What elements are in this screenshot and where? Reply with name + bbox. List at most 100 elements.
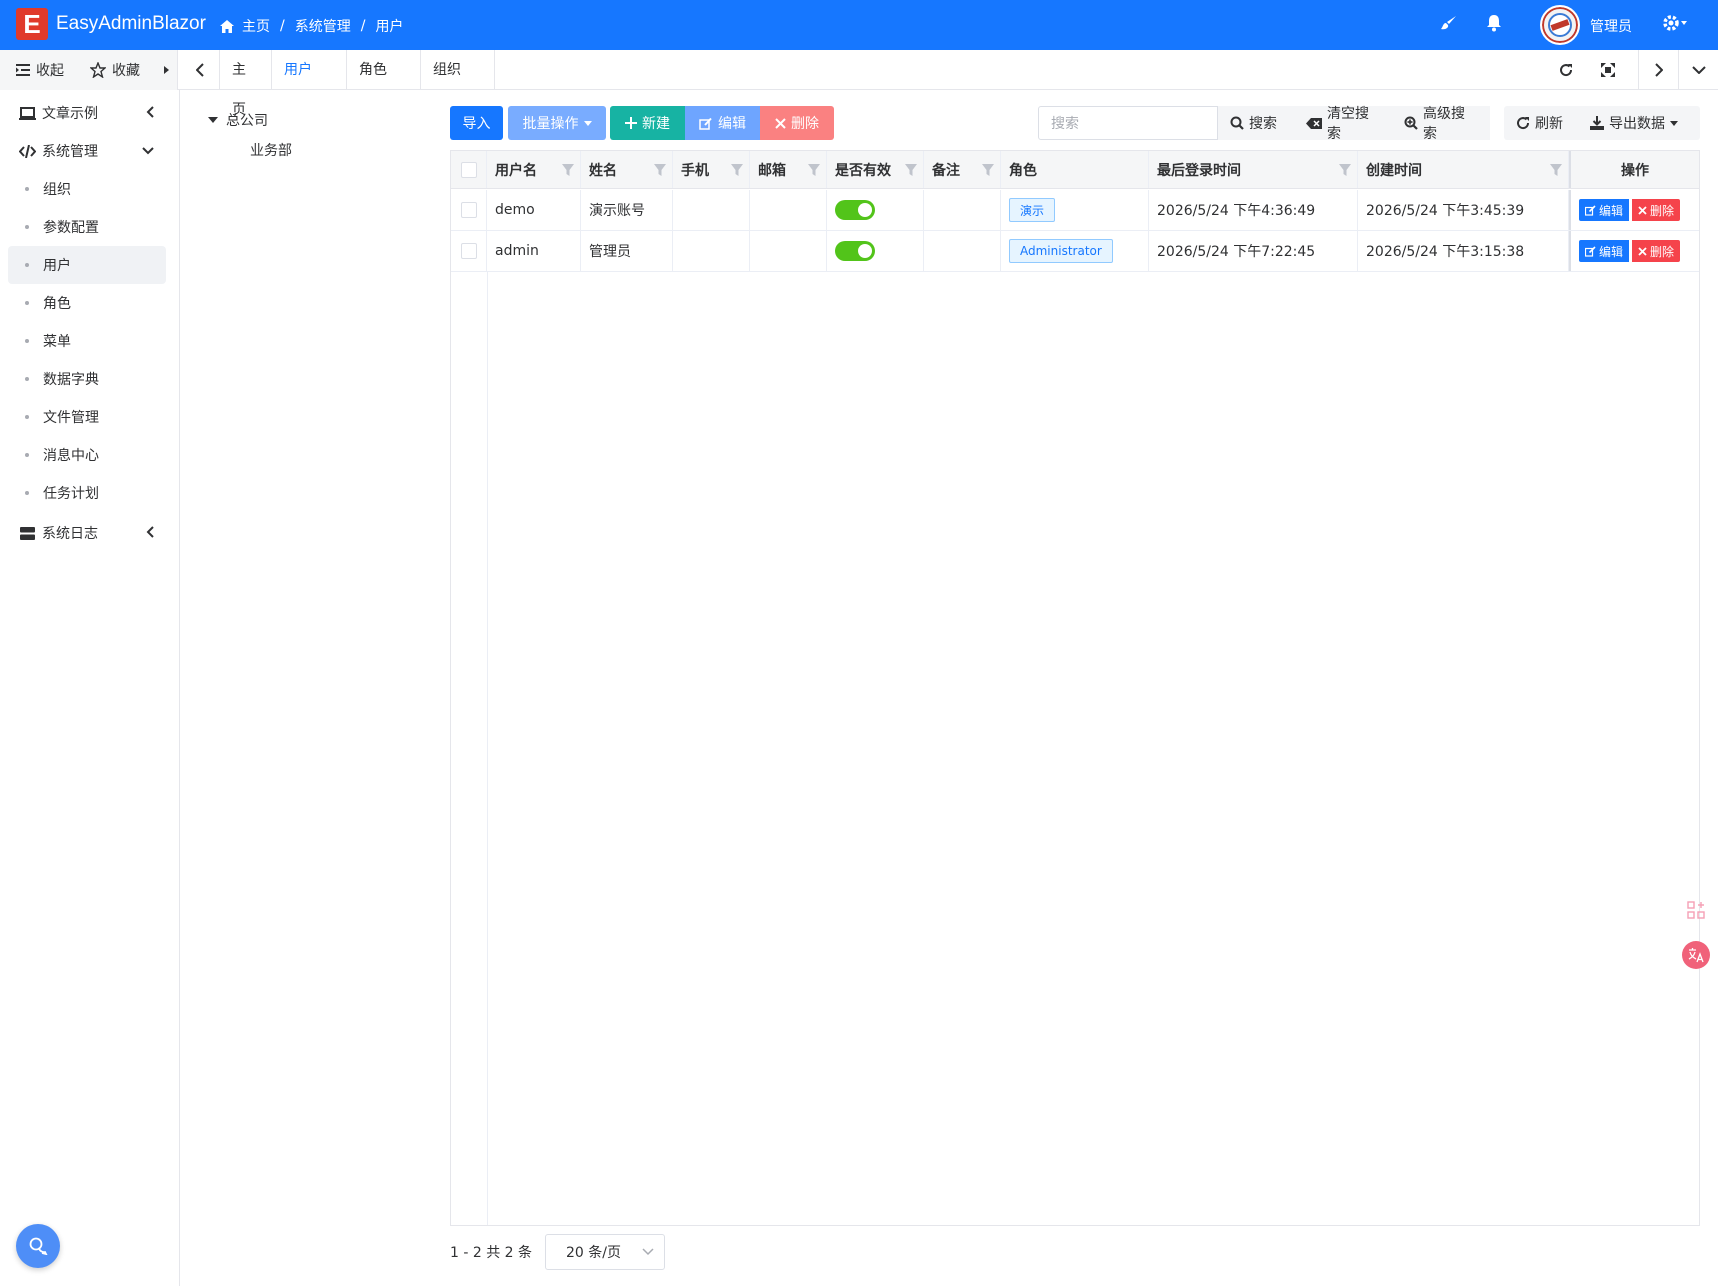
tabs-scroll-left-button[interactable] — [180, 50, 220, 90]
fullscreen-button[interactable] — [1588, 50, 1628, 90]
breadcrumb-current: 用户 — [375, 19, 404, 35]
column-header-last-login[interactable]: 最后登录时间 — [1149, 151, 1358, 188]
sidebar-item-tasks[interactable]: 任务计划 — [8, 474, 166, 512]
cell-role: 演示 — [1001, 190, 1149, 230]
delete-button[interactable]: 删除 — [760, 106, 834, 140]
sidebar-item-organization[interactable]: 组织 — [8, 170, 166, 208]
sidebar-item-roles[interactable]: 角色 — [8, 284, 166, 322]
bullet-dot — [25, 415, 29, 419]
filter-icon[interactable] — [562, 164, 574, 176]
app-title[interactable]: EasyAdminBlazor — [56, 13, 206, 35]
tree-node-label: 业务部 — [250, 143, 292, 159]
tab-organization[interactable]: 组织 — [421, 50, 495, 90]
clear-search-label: 清空搜索 — [1327, 106, 1369, 142]
search-button[interactable]: 搜索 — [1218, 106, 1294, 140]
cell-name: 管理员 — [581, 231, 673, 271]
active-toggle[interactable] — [835, 241, 875, 261]
row-edit-button[interactable]: 编辑 — [1579, 240, 1630, 262]
collapse-button[interactable]: 收起 — [16, 50, 64, 90]
breadcrumb-home[interactable]: 主页 — [242, 16, 270, 36]
column-header-actions: 操作 — [1569, 151, 1699, 188]
active-toggle[interactable] — [835, 200, 875, 220]
column-header-remark[interactable]: 备注 — [924, 151, 1001, 188]
bullet-dot — [25, 187, 29, 191]
tabs-menu-button[interactable] — [1678, 50, 1718, 90]
cell-created: 2026/5/24 下午3:15:38 — [1358, 231, 1569, 271]
caret-down-icon — [1670, 120, 1678, 126]
row-edit-button[interactable]: 编辑 — [1579, 199, 1630, 221]
refresh-tab-button[interactable] — [1546, 50, 1586, 90]
edit-button[interactable]: 编辑 — [685, 106, 760, 140]
settings-gear-icon[interactable] — [1662, 14, 1688, 32]
batch-operation-button[interactable]: 批量操作 — [508, 106, 606, 140]
sidebar-group-logs[interactable]: 系统日志 — [8, 514, 166, 552]
tab-roles[interactable]: 角色 — [347, 50, 421, 90]
sidebar-item-menus[interactable]: 菜单 — [8, 322, 166, 360]
sidebar-item-messages[interactable]: 消息中心 — [8, 436, 166, 474]
page-size-select[interactable]: 20 条/页 — [545, 1234, 665, 1270]
column-header-created[interactable]: 创建时间 — [1358, 151, 1569, 188]
user-name[interactable]: 管理员 — [1590, 16, 1632, 36]
filter-icon[interactable] — [1550, 164, 1562, 176]
cell-created: 2026/5/24 下午3:45:39 — [1358, 190, 1569, 230]
translate-icon[interactable] — [1682, 941, 1710, 969]
column-header-role[interactable]: 角色 — [1001, 151, 1149, 188]
caret-right-icon[interactable] — [164, 50, 169, 90]
column-header-email[interactable]: 邮箱 — [750, 151, 827, 188]
filter-icon[interactable] — [905, 164, 917, 176]
clear-search-button[interactable]: 清空搜索 — [1294, 106, 1392, 142]
filter-icon[interactable] — [982, 164, 994, 176]
tabbar-left-tools: 收起 收藏 — [0, 50, 178, 90]
breadcrumb-system[interactable]: 系统管理 — [295, 16, 351, 36]
table-row[interactable]: admin 管理员 Administrator 2026/5/24 下午7:22… — [451, 231, 1699, 272]
bell-icon[interactable] — [1486, 14, 1502, 32]
favorites-button[interactable]: 收藏 — [90, 50, 140, 90]
column-header-username[interactable]: 用户名 — [487, 151, 581, 188]
code-icon — [18, 144, 36, 158]
column-header-name[interactable]: 姓名 — [581, 151, 673, 188]
refresh-button[interactable]: 刷新 — [1504, 106, 1578, 140]
sidebar-group-system[interactable]: 系统管理 — [8, 132, 166, 170]
export-button[interactable]: 导出数据 — [1578, 106, 1700, 140]
import-button[interactable]: 导入 — [450, 106, 503, 140]
cell-active — [827, 231, 924, 271]
column-header-phone[interactable]: 手机 — [673, 151, 750, 188]
chat-bubble-button[interactable] — [16, 1224, 60, 1268]
sidebar-item-dictionary[interactable]: 数据字典 — [8, 360, 166, 398]
sidebar-group-label: 系统管理 — [42, 144, 98, 160]
sidebar-group-articles[interactable]: 文章示例 — [8, 94, 166, 132]
new-button[interactable]: 新建 — [610, 106, 685, 140]
close-icon — [775, 117, 786, 129]
row-delete-button[interactable]: 删除 — [1632, 240, 1681, 262]
filter-icon[interactable] — [654, 164, 666, 176]
row-checkbox[interactable] — [451, 190, 487, 230]
column-header-label: 备注 — [932, 162, 960, 179]
filter-icon[interactable] — [1339, 164, 1351, 176]
brush-icon[interactable] — [1440, 14, 1458, 32]
select-all-checkbox[interactable] — [451, 151, 487, 188]
app-logo[interactable]: E — [16, 8, 48, 40]
row-delete-button[interactable]: 删除 — [1632, 199, 1681, 221]
row-checkbox[interactable] — [451, 231, 487, 271]
tab-home[interactable]: 主页 — [220, 50, 272, 118]
collapse-label: 收起 — [36, 63, 64, 79]
advanced-search-button[interactable]: 高级搜索 — [1392, 106, 1490, 142]
search-input[interactable]: 搜索 — [1038, 106, 1218, 140]
tree-node-root[interactable]: 总公司 — [208, 110, 268, 130]
tabs-scroll-right-button[interactable] — [1638, 50, 1678, 90]
table-row[interactable]: demo 演示账号 演示 2026/5/24 下午4:36:49 2026/5/… — [451, 190, 1699, 231]
sidebar-item-users[interactable]: 用户 — [8, 246, 166, 284]
caret-down-icon[interactable] — [208, 117, 218, 123]
apps-sparkle-icon[interactable] — [1682, 896, 1710, 924]
edit-icon — [1585, 204, 1596, 216]
avatar[interactable] — [1540, 5, 1580, 45]
sidebar-group-label: 文章示例 — [42, 106, 98, 122]
tab-users[interactable]: 用户 — [272, 50, 347, 90]
sidebar-item-files[interactable]: 文件管理 — [8, 398, 166, 436]
sidebar-item-parameters[interactable]: 参数配置 — [8, 208, 166, 246]
column-header-active[interactable]: 是否有效 — [827, 151, 924, 188]
filter-icon[interactable] — [731, 164, 743, 176]
column-header-label: 最后登录时间 — [1157, 162, 1241, 179]
tree-node-child[interactable]: 业务部 — [250, 140, 292, 160]
filter-icon[interactable] — [808, 164, 820, 176]
